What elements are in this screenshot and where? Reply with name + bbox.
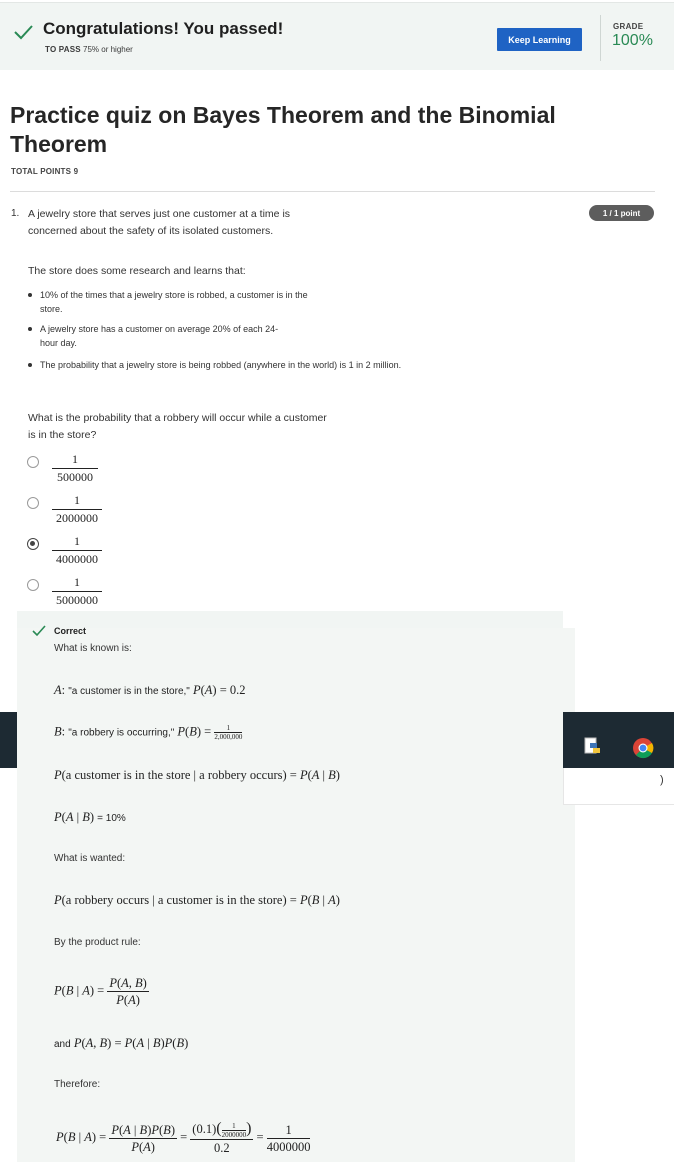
points-badge: 1 / 1 point xyxy=(589,205,654,221)
taskbar-left xyxy=(0,712,17,768)
option-numerator: 1 xyxy=(72,452,78,466)
taskbar-right xyxy=(563,712,674,768)
option-radio-3[interactable] xyxy=(27,538,39,550)
option-radio-4[interactable] xyxy=(27,579,39,591)
math-final: P(B | A) = P(A | B)P(B) P(A) = (0.1)(1 200… xyxy=(56,1120,311,1155)
keep-learning-button[interactable]: Keep Learning xyxy=(497,28,582,51)
divider xyxy=(10,191,655,192)
list-item: The probability that a jewelry store is … xyxy=(28,358,415,372)
pass-banner: Congratulations! You passed! TO PASS 75%… xyxy=(0,2,674,70)
option-numerator: 1 xyxy=(74,534,80,548)
math-given: P(A | B) = 10% xyxy=(54,810,126,824)
grade-label: GRADE xyxy=(613,22,644,31)
list-item: A jewelry store has a customer on averag… xyxy=(28,322,295,350)
option-label-4[interactable]: 1 5000000 xyxy=(52,575,102,608)
bullet-text: A jewelry store has a customer on averag… xyxy=(40,324,279,348)
math-product-rule: P(B | A) = P(A, B) P(A) xyxy=(54,976,149,1007)
fraction-bar xyxy=(52,591,102,592)
option-numerator: 1 xyxy=(74,493,80,507)
answer-numerator: 1 xyxy=(266,1122,311,1139)
feedback-product-rule: By the product rule: xyxy=(54,937,141,948)
option-label-2[interactable]: 1 2000000 xyxy=(52,493,102,526)
fraction-bar xyxy=(52,509,102,510)
correct-check-icon xyxy=(32,625,46,637)
feedback-therefore: Therefore: xyxy=(54,1079,101,1090)
fraction-bar xyxy=(52,550,102,551)
answer-denominator: 4000000 xyxy=(266,1139,311,1154)
question-prompt: What is the probability that a robbery w… xyxy=(28,412,327,441)
answer-fraction: 1 4000000 xyxy=(266,1122,311,1155)
question-research: The store does some research and learns … xyxy=(28,265,246,277)
python-icon[interactable] xyxy=(582,736,604,758)
fraction: P(A | B)P(B) P(A) xyxy=(109,1122,177,1154)
fraction: (0.1)(1 2000000) 0.2 xyxy=(190,1120,254,1155)
question-number: 1. xyxy=(11,208,20,219)
option-radio-2[interactable] xyxy=(27,497,39,509)
math-conditional: P(a customer is in the store | a robbery… xyxy=(54,768,340,782)
feedback-status: Correct xyxy=(54,626,87,636)
option-denominator: 4000000 xyxy=(56,552,98,566)
quiz-title: Practice quiz on Bayes Theorem and the B… xyxy=(10,102,556,157)
grade-divider xyxy=(600,15,601,61)
window-edge-glyph: ) xyxy=(660,774,664,786)
option-radio-1[interactable] xyxy=(27,456,39,468)
option-denominator: 500000 xyxy=(57,470,93,484)
option-denominator: 2000000 xyxy=(56,511,98,525)
pass-title: Congratulations! You passed! xyxy=(43,19,284,38)
to-pass-value: 75% or higher xyxy=(83,45,133,54)
grade-value: 100% xyxy=(612,32,653,49)
feedback-known: What is known is: xyxy=(54,643,132,654)
bullet-text: 10% of the times that a jewelry store is… xyxy=(40,290,308,314)
fraction: P(A, B) P(A) xyxy=(107,976,149,1007)
option-label-1[interactable]: 1 500000 xyxy=(52,452,98,485)
window-fragment xyxy=(563,768,674,805)
to-pass-info: TO PASS 75% or higher xyxy=(45,45,133,54)
fraction: 1 2,000,000 xyxy=(214,724,243,741)
list-item: 10% of the times that a jewelry store is… xyxy=(28,288,310,316)
feedback-wanted: What is wanted: xyxy=(54,853,126,864)
bullet-dot xyxy=(28,293,32,297)
option-denominator: 5000000 xyxy=(56,593,98,607)
option-label-3[interactable]: 1 4000000 xyxy=(52,534,102,567)
event-a-text: "a customer is in the store," xyxy=(68,686,190,697)
math-target: P(a robbery occurs | a customer is in th… xyxy=(54,893,340,907)
chrome-icon[interactable] xyxy=(632,737,654,759)
bullet-text: The probability that a jewelry store is … xyxy=(40,360,402,370)
math-event-a: A: "a customer is in the store," P(A) = … xyxy=(54,683,246,697)
math-event-b: B: "a robbery is occurring," P(B) = 1 2,0… xyxy=(54,724,243,741)
feedback-panel-notch xyxy=(563,611,575,628)
to-pass-label: TO PASS xyxy=(45,45,81,54)
total-points: TOTAL POINTS 9 xyxy=(11,167,79,176)
and-text: and xyxy=(54,1039,71,1050)
check-icon xyxy=(14,25,33,40)
bullet-dot xyxy=(28,363,32,367)
bullet-dot xyxy=(28,327,32,331)
option-numerator: 1 xyxy=(74,575,80,589)
event-b-text: "a robbery is occurring," xyxy=(68,727,175,739)
math-joint: and P(A, B) = P(A | B)P(B) xyxy=(54,1036,189,1050)
fraction-bar xyxy=(52,468,98,469)
question-intro: A jewelry store that serves just one cus… xyxy=(28,208,291,237)
feedback-panel-top xyxy=(17,611,563,629)
